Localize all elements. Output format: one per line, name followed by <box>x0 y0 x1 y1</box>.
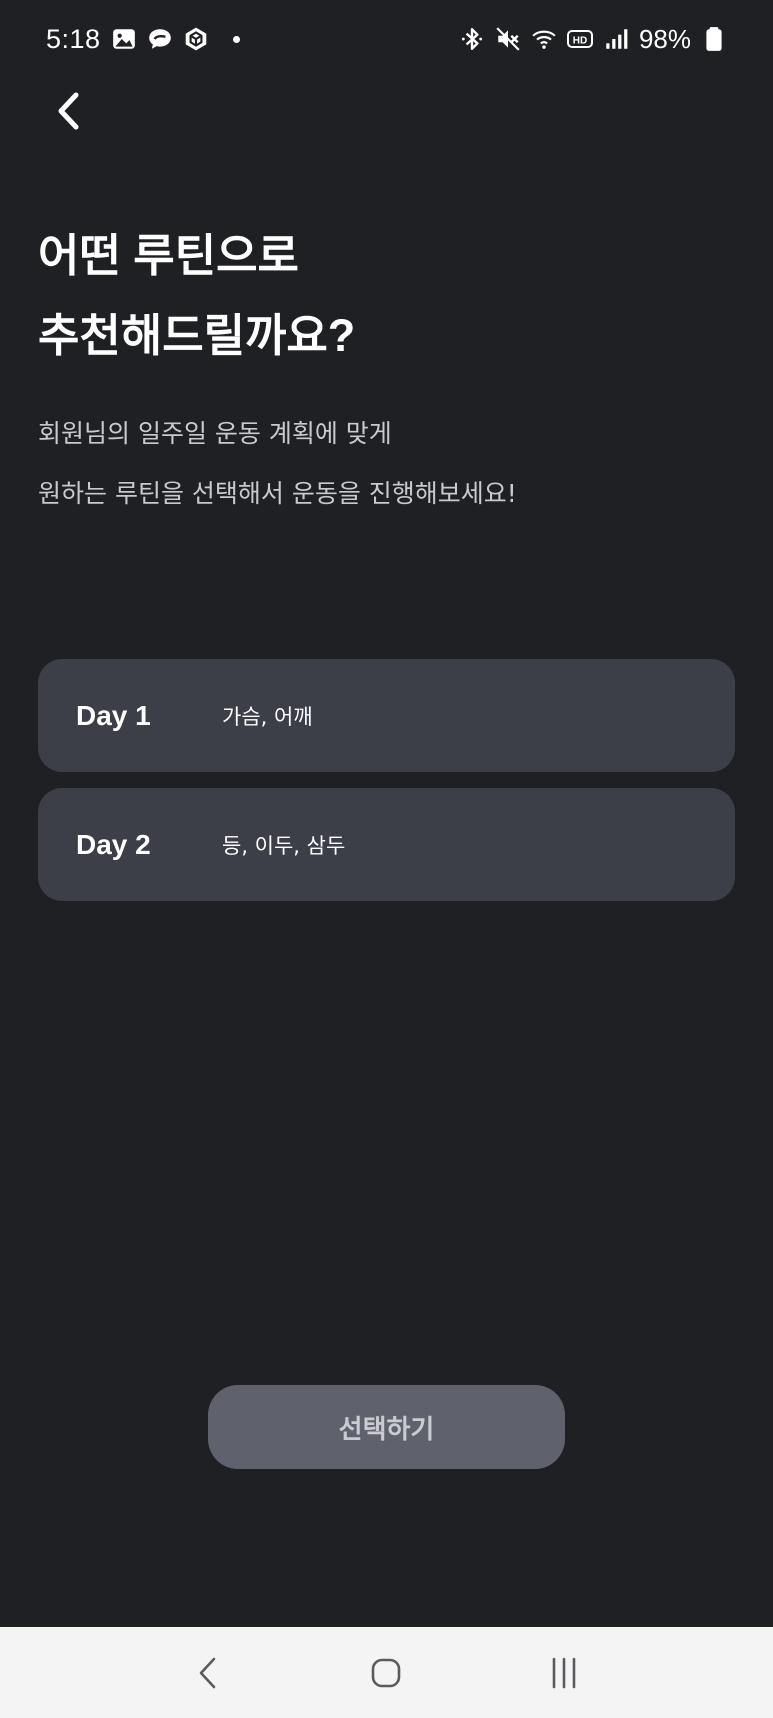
back-button[interactable] <box>40 82 98 140</box>
hd-icon: HD <box>566 26 593 52</box>
nav-back-icon <box>199 1657 216 1688</box>
signal-icon <box>603 26 629 52</box>
page-title: 어떤 루틴으로 추천해드릴까요? <box>38 216 738 376</box>
page-title-line-2: 추천해드릴까요? <box>38 310 356 361</box>
routine-day-label: Day 1 <box>76 699 151 731</box>
status-time: 5:18 <box>46 23 101 54</box>
select-button[interactable]: 선택하기 <box>208 1385 565 1469</box>
notification-dot <box>232 35 240 43</box>
bluetooth-icon <box>459 26 485 52</box>
screen: 5:18 HD 98% 어떤 루틴으로 추천해드릴까요? 회원님의 일주일 운동… <box>0 0 773 1718</box>
routine-body-parts: 등, 이두, 삼두 <box>222 833 346 858</box>
mute-icon <box>495 26 521 52</box>
page-subtitle-line-1: 회원님의 일주일 운동 계획에 맞게 <box>38 419 392 448</box>
battery-percent: 98% <box>638 23 691 54</box>
nav-recents-icon <box>552 1657 576 1688</box>
status-left: 5:18 <box>46 24 240 55</box>
cube-app-icon <box>183 26 209 52</box>
battery-icon <box>701 26 727 52</box>
wifi-icon <box>531 26 557 52</box>
page-subtitle: 회원님의 일주일 운동 계획에 맞게 원하는 루틴을 선택해서 운동을 진행해보… <box>38 404 738 524</box>
chat-bubble-icon <box>147 26 173 52</box>
nav-home-icon <box>372 1658 401 1687</box>
nav-back-button[interactable] <box>174 1638 244 1708</box>
status-right: HD 98% <box>459 24 727 55</box>
page-title-line-1: 어떤 루틴으로 <box>38 230 299 281</box>
nav-recents-button[interactable] <box>529 1638 599 1708</box>
chevron-left-icon <box>58 92 79 130</box>
status-bar: 5:18 HD 98% <box>0 0 773 78</box>
routine-card-day-2[interactable]: Day 2 등, 이두, 삼두 <box>38 788 735 901</box>
routine-body-parts: 가슴, 어깨 <box>222 704 313 729</box>
routine-card-day-1[interactable]: Day 1 가슴, 어깨 <box>38 659 735 772</box>
nav-home-button[interactable] <box>351 1638 421 1708</box>
system-nav-bar <box>0 1627 773 1718</box>
page-subtitle-line-2: 원하는 루틴을 선택해서 운동을 진행해보세요! <box>38 479 517 508</box>
gallery-icon <box>111 26 137 52</box>
svg-text:HD: HD <box>573 36 587 47</box>
routine-day-label: Day 2 <box>76 828 151 860</box>
